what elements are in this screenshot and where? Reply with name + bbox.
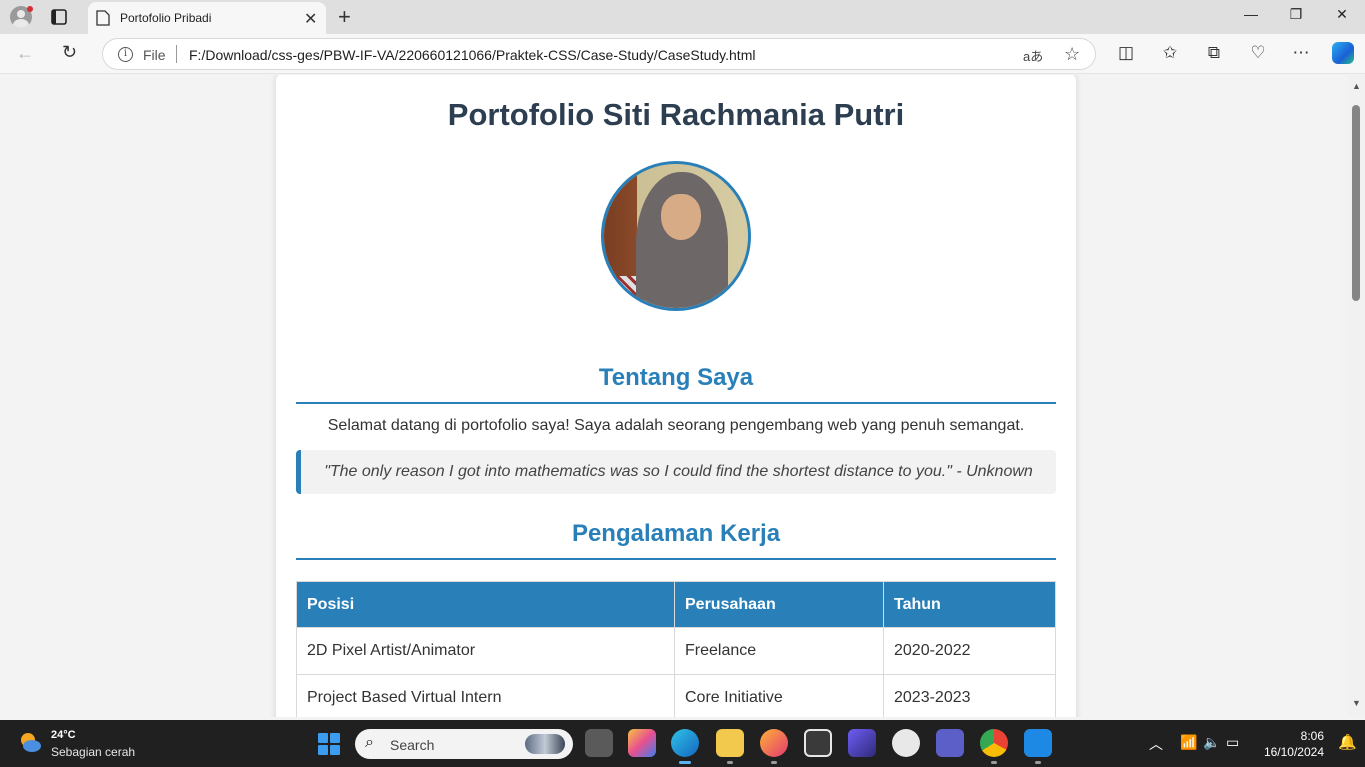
taskbar-search[interactable]: ⌕ Search [355, 729, 573, 759]
notification-bell-icon[interactable]: 🔔 [1338, 733, 1357, 751]
table-row: Project Based Virtual Intern Core Initia… [296, 674, 1056, 717]
table-cell-tahun: 2020-2022 [883, 627, 1056, 675]
copilot-icon[interactable] [1332, 42, 1354, 64]
teams-icon[interactable] [936, 729, 964, 757]
site-info-icon[interactable]: i [118, 47, 133, 62]
column-header-perusahaan: Perusahaan [674, 581, 884, 628]
search-highlight-icon [525, 734, 565, 754]
scroll-down-arrow-icon[interactable]: ▼ [1352, 698, 1361, 708]
read-aloud-icon[interactable]: aあ [1023, 46, 1043, 65]
browser-essentials-icon[interactable]: ♡ [1247, 43, 1269, 63]
clock-date[interactable]: 16/10/2024 [1256, 745, 1324, 759]
more-menu-icon[interactable]: ⋯ [1290, 43, 1312, 63]
new-tab-button[interactable]: + [338, 4, 351, 30]
edge-app-icon[interactable] [671, 729, 699, 764]
start-icon[interactable] [318, 733, 340, 755]
url-scheme-label: File [143, 47, 166, 63]
split-screen-icon[interactable]: ◫ [1115, 43, 1137, 63]
collections-icon[interactable]: ⧉ [1203, 43, 1225, 63]
minimize-icon[interactable]: — [1241, 6, 1261, 22]
experience-heading: Pengalaman Kerja [296, 520, 1056, 560]
tab-title: Portofolio Pribadi [120, 11, 212, 25]
battery-icon[interactable]: ▭ [1226, 734, 1239, 751]
reload-icon[interactable]: ↻ [62, 42, 77, 63]
about-text: Selamat datang di portofolio saya! Saya … [327, 417, 1025, 434]
vscode-icon[interactable] [1024, 729, 1052, 764]
table-cell-tahun: 2023-2023 [883, 674, 1056, 717]
profile-photo [601, 161, 751, 311]
scroll-up-arrow-icon[interactable]: ▲ [1352, 81, 1361, 91]
weather-description[interactable]: Sebagian cerah [51, 745, 135, 759]
table-header-row: Posisi Perusahaan Tahun [296, 581, 1056, 628]
browser-toolbar: ← ↻ i File F:/Download/css-ges/PBW-IF-VA… [0, 34, 1365, 74]
favorites-icon[interactable]: ✩ [1159, 43, 1181, 63]
store-app-icon[interactable] [804, 729, 832, 757]
firefox-icon[interactable] [760, 729, 788, 764]
experience-table: Posisi Perusahaan Tahun 2D Pixel Artist/… [296, 581, 1056, 717]
taskbar: 24°C Sebagian cerah ⌕ Search ︿ 📶 🔈 ▭ 8:0… [0, 720, 1365, 767]
quote-block: "The only reason I got into mathematics … [296, 450, 1056, 494]
clock-app-icon[interactable] [892, 729, 920, 757]
url-text[interactable]: F:/Download/css-ges/PBW-IF-VA/2206601210… [189, 47, 755, 63]
search-placeholder: Search [390, 737, 435, 753]
about-heading: Tentang Saya [296, 364, 1056, 404]
close-window-icon[interactable]: ✕ [1332, 6, 1352, 23]
weather-icon[interactable] [18, 730, 42, 754]
clock-time[interactable]: 8:06 [1294, 729, 1324, 743]
address-bar[interactable]: i File F:/Download/css-ges/PBW-IF-VA/220… [102, 38, 1096, 70]
weather-temperature[interactable]: 24°C [51, 729, 76, 741]
copilot-app-icon[interactable] [628, 729, 656, 757]
table-cell-posisi: 2D Pixel Artist/Animator [296, 627, 675, 675]
page-viewport: Portofolio Siti Rachmania Putri Tentang … [0, 75, 1348, 717]
app-icon[interactable] [848, 729, 876, 757]
task-view-icon[interactable] [585, 729, 613, 757]
page-icon [96, 10, 110, 26]
table-cell-posisi: Project Based Virtual Intern [296, 674, 675, 717]
tab-actions-icon[interactable] [50, 8, 68, 26]
search-icon: ⌕ [365, 734, 374, 751]
column-header-tahun: Tahun [883, 581, 1056, 628]
wifi-icon[interactable]: 📶 [1180, 734, 1197, 751]
portfolio-card: Portofolio Siti Rachmania Putri Tentang … [276, 75, 1076, 717]
chevron-up-icon[interactable]: ︿ [1149, 734, 1163, 754]
file-explorer-icon[interactable] [716, 729, 744, 764]
table-row: 2D Pixel Artist/Animator Freelance 2020-… [296, 627, 1056, 675]
profile-notification-dot [27, 6, 33, 12]
chrome-icon[interactable] [980, 729, 1008, 764]
vertical-scrollbar[interactable]: ▲ ▼ [1348, 75, 1365, 717]
browser-title-bar: Portofolio Pribadi ✕ + — ❐ ✕ [0, 0, 1365, 34]
address-divider [176, 45, 177, 63]
favorite-star-icon[interactable]: ☆ [1064, 44, 1080, 65]
back-icon[interactable]: ← [16, 43, 34, 64]
column-header-posisi: Posisi [296, 581, 675, 628]
scroll-thumb[interactable] [1352, 105, 1360, 301]
close-tab-icon[interactable]: ✕ [304, 9, 317, 29]
volume-icon[interactable]: 🔈 [1203, 734, 1220, 751]
page-title: Portofolio Siti Rachmania Putri [447, 97, 905, 132]
browser-tab[interactable]: Portofolio Pribadi ✕ [88, 2, 326, 34]
table-cell-perusahaan: Core Initiative [674, 674, 884, 717]
table-cell-perusahaan: Freelance [674, 627, 884, 675]
restore-icon[interactable]: ❐ [1286, 6, 1306, 23]
